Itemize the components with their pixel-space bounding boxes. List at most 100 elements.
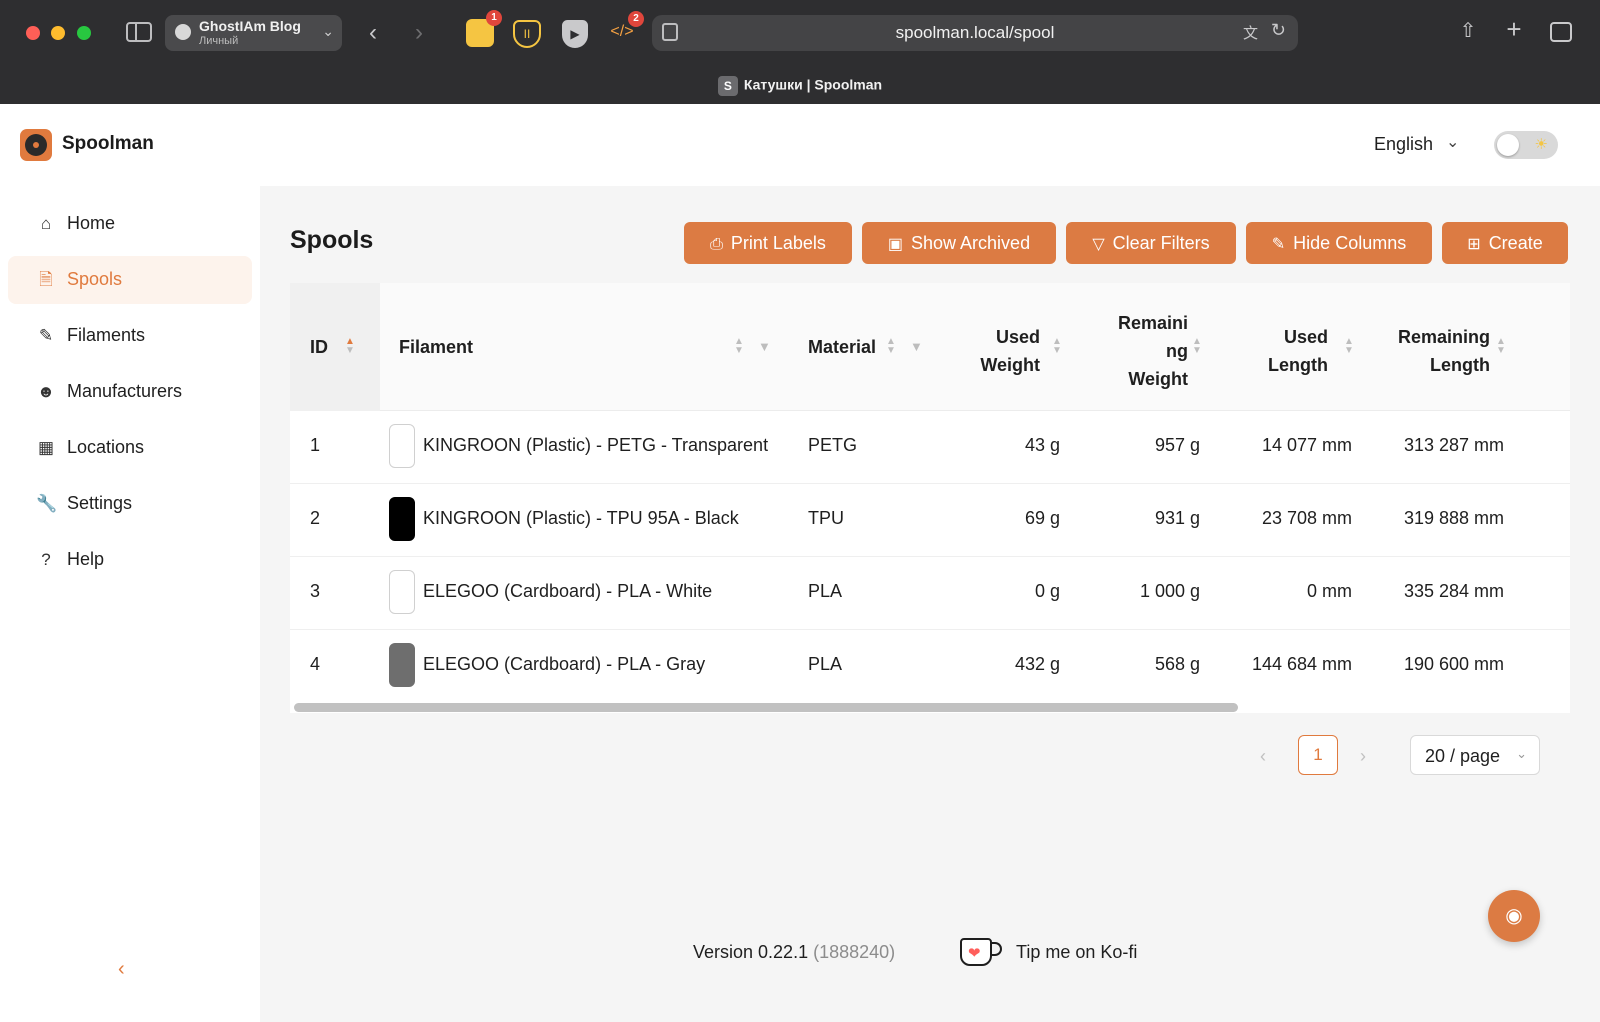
cell-remaining-length: 335 284 mm (1403, 581, 1504, 601)
translate-icon[interactable]: 文 (1243, 22, 1258, 43)
profile-switcher[interactable]: GhostIAm Blog Личный ⌄ (165, 15, 342, 51)
sort-icon[interactable]: ▲ ▼ (1052, 337, 1062, 356)
cell-remaining-weight: 931 g (1154, 508, 1200, 528)
column-header-id[interactable]: ID ▲ ▼ (290, 283, 380, 411)
next-page-icon[interactable]: › (1360, 746, 1366, 767)
main-content: Spools ⎙ Print Labels ▣ Show Archived ▽ Cle… (260, 186, 1600, 1022)
zoom-window-button[interactable] (77, 26, 91, 40)
brand-name[interactable]: Spoolman (62, 133, 154, 155)
theme-toggle[interactable]: ☀ (1494, 131, 1558, 159)
page-title: Spools (290, 226, 374, 254)
profile-icon (175, 24, 191, 40)
page-1-button[interactable]: 1 (1298, 735, 1338, 775)
code-extension-icon[interactable]: </> 2 (608, 11, 644, 44)
sidebar-item-label: Home (67, 213, 116, 233)
cell-filament[interactable]: KINGROON (Plastic) - PETG - Transparent (423, 435, 768, 456)
sidebar-item-help[interactable]: ? Help (8, 536, 252, 584)
column-header-remaining-weight[interactable]: Remaini ng Weight ▲ ▼ (1080, 283, 1220, 411)
create-button[interactable]: ⊞ Create (1442, 222, 1568, 264)
table-row[interactable]: 1 KINGROON (Plastic) - PETG - Transparen… (290, 411, 1570, 484)
color-swatch (389, 497, 415, 541)
column-label: Material (808, 337, 877, 357)
close-window-button[interactable] (26, 26, 40, 40)
column-header-used-length[interactable]: Used Length ▲ ▼ (1220, 283, 1372, 411)
scrollbar-thumb[interactable] (294, 703, 1238, 712)
hide-columns-button[interactable]: ✎ Hide Columns (1246, 222, 1432, 264)
column-label: Remaini ng Weight (1118, 309, 1188, 393)
spoolman-logo[interactable] (20, 129, 52, 161)
commit-hash[interactable]: (1888240) (813, 942, 895, 962)
filter-icon[interactable]: ▼ (758, 339, 771, 354)
sidebar-item-locations[interactable]: ▦ Locations (8, 424, 252, 472)
page-size-select[interactable]: 20 / page ⌄ (1410, 735, 1540, 775)
sort-icon[interactable]: ▲ ▼ (1496, 337, 1506, 356)
minimize-window-button[interactable] (51, 26, 65, 40)
table-row[interactable]: 2 KINGROON (Plastic) - TPU 95A - Black T… (290, 484, 1570, 557)
cell-filament[interactable]: KINGROON (Plastic) - TPU 95A - Black (423, 508, 739, 529)
sidebar-item-filaments[interactable]: ✎ Filaments (8, 312, 252, 360)
spools-table: ID ▲ ▼ Filament ▲ ▼ ▼ Material ▲ ▼ ▼ Used We… (290, 283, 1570, 713)
kofi-icon[interactable]: ❤ (960, 936, 1002, 968)
new-tab-icon[interactable]: + (1502, 16, 1526, 42)
extension-glasses-icon[interactable]: 1 (466, 10, 502, 47)
sort-icon[interactable]: ▲ ▼ (886, 337, 896, 356)
column-header-filament[interactable]: Filament ▲ ▼ ▼ (380, 283, 790, 411)
sort-icon[interactable]: ▲ ▼ (1192, 337, 1202, 356)
cell-used-weight: 432 g (1014, 654, 1060, 674)
forward-icon[interactable]: › (408, 21, 430, 45)
color-swatch (389, 643, 415, 687)
table-row[interactable]: 4 ELEGOO (Cardboard) - PLA - Gray PLA 43… (290, 630, 1570, 703)
active-tab[interactable]: S Катушки | Spoolman (0, 76, 1600, 96)
back-icon[interactable]: ‹ (362, 21, 384, 45)
cell-used-weight: 69 g (1024, 508, 1060, 528)
toggle-knob (1497, 134, 1519, 156)
kofi-link[interactable]: Tip me on Ko-fi (1016, 942, 1137, 963)
sort-icon[interactable]: ▲ ▼ (1344, 337, 1354, 356)
chevron-down-icon: ⌄ (1516, 746, 1527, 761)
chevron-down-icon[interactable]: ⌄ (1446, 132, 1459, 152)
column-label-line: Used (995, 327, 1040, 347)
highlighter-icon: ✎ (38, 326, 54, 345)
sidebar-item-manufacturers[interactable]: ☻ Manufacturers (8, 368, 252, 416)
clear-filters-button[interactable]: ▽ Clear Filters (1066, 222, 1236, 264)
cell-id: 1 (310, 435, 321, 455)
cell-used-weight: 43 g (1024, 435, 1060, 455)
sort-icon[interactable]: ▲ ▼ (345, 337, 355, 356)
profile-name: GhostIAm Blog (199, 18, 301, 34)
prev-page-icon[interactable]: ‹ (1260, 746, 1266, 767)
sidebar-item-settings[interactable]: 🔧 Settings (8, 480, 252, 528)
shield-extension-icon[interactable]: II (513, 20, 541, 48)
column-header-material[interactable]: Material ▲ ▼ ▼ (790, 283, 940, 411)
sidebar-item-spools[interactable]: 🗎 Spools (8, 256, 252, 304)
tab-title: Катушки | Spoolman (743, 76, 883, 93)
sort-icon[interactable]: ▲ ▼ (734, 337, 744, 356)
reload-icon[interactable]: ↻ (1271, 20, 1286, 41)
horizontal-scrollbar[interactable] (290, 701, 1570, 713)
camera-scan-button[interactable]: ◉ (1488, 890, 1540, 942)
filter-icon[interactable]: ▼ (910, 339, 923, 354)
column-header-remaining-length[interactable]: Remaining Length ▲ ▼ (1372, 283, 1532, 411)
address-bar[interactable]: spoolman.local/spool 文 ↻ (652, 15, 1298, 51)
table-row[interactable]: 3 ELEGOO (Cardboard) - PLA - White PLA 0… (290, 557, 1570, 630)
collapse-sidebar-icon[interactable]: ‹ (118, 958, 125, 981)
sidebar-item-home[interactable]: ⌂ Home (8, 200, 252, 248)
color-swatch (389, 424, 415, 468)
cell-filament[interactable]: ELEGOO (Cardboard) - PLA - White (423, 581, 712, 602)
language-select[interactable]: English (1374, 134, 1433, 155)
column-label-line: Weight (1128, 369, 1188, 389)
privacy-shield-icon[interactable]: ▶ (562, 20, 588, 48)
cell-filament[interactable]: ELEGOO (Cardboard) - PLA - Gray (423, 654, 705, 675)
show-archived-button[interactable]: ▣ Show Archived (862, 222, 1056, 264)
print-labels-button[interactable]: ⎙ Print Labels (684, 222, 852, 264)
button-label: Show Archived (911, 233, 1031, 253)
cell-id: 4 (310, 654, 321, 674)
table-header: ID ▲ ▼ Filament ▲ ▼ ▼ Material ▲ ▼ ▼ Used We… (290, 283, 1570, 411)
sidebar-toggle-icon[interactable] (126, 22, 152, 42)
column-header-used-weight[interactable]: Used Weight ▲ ▼ (940, 283, 1080, 411)
tab-overview-icon[interactable] (1550, 22, 1572, 42)
plus-square-icon: ⊞ (1467, 236, 1481, 253)
share-icon[interactable]: ⇧ (1456, 19, 1480, 43)
version-text: Version 0.22.1 (693, 942, 809, 962)
cell-material: PLA (808, 654, 843, 674)
filter-icon: ▽ (1092, 236, 1105, 253)
